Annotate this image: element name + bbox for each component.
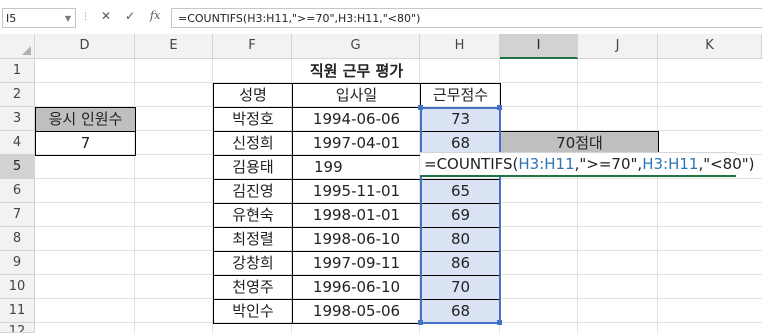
cancel-icon[interactable]: ✕: [101, 9, 111, 23]
gridline: [657, 59, 658, 333]
applicants-value[interactable]: 7: [35, 131, 136, 156]
cell-formula-editor[interactable]: =COUNTIFS(H3:H11,">=70",H3:H11,"<80"): [420, 152, 755, 177]
select-all-corner[interactable]: [0, 34, 35, 59]
row-header-11[interactable]: 11: [0, 299, 35, 323]
record-name[interactable]: 최정렬: [213, 227, 293, 252]
row-header-1[interactable]: 1: [0, 59, 35, 83]
record-date[interactable]: 199: [292, 155, 420, 180]
name-box[interactable]: I5 ▼: [2, 8, 76, 28]
column-header-e[interactable]: E: [135, 34, 213, 59]
selection-handle[interactable]: [418, 320, 423, 325]
column-header-g[interactable]: G: [292, 34, 420, 59]
sheet-title[interactable]: 직원 근무 평가: [213, 59, 500, 83]
formula-criteria: ,">=70",: [574, 155, 643, 173]
gridline: [577, 59, 578, 333]
row-header-3[interactable]: 3: [0, 107, 35, 131]
name-box-value: I5: [6, 12, 17, 25]
record-date[interactable]: 1997-04-01: [292, 131, 421, 156]
row-header-6[interactable]: 6: [0, 179, 35, 203]
name-box-dropdown-icon[interactable]: ▼: [65, 9, 71, 29]
row-header-9[interactable]: 9: [0, 251, 35, 275]
record-name[interactable]: 강창희: [213, 251, 293, 276]
applicants-label[interactable]: 응시 인원수: [35, 107, 136, 132]
record-name[interactable]: 박정호: [213, 107, 293, 132]
header-score[interactable]: 근무점수: [420, 83, 501, 108]
column-header-h[interactable]: H: [420, 34, 500, 59]
formula-input[interactable]: =COUNTIFS(H3:H11,">=70",H3:H11,"<80"): [171, 8, 762, 28]
record-date[interactable]: 1995-11-01: [292, 179, 421, 204]
selection-handle[interactable]: [497, 320, 502, 325]
formula-reference: H3:H11: [642, 155, 699, 173]
record-date[interactable]: 1996-06-10: [292, 275, 421, 300]
record-name[interactable]: 신정희: [213, 131, 293, 156]
record-name[interactable]: 김진영: [213, 179, 293, 204]
row-header-2[interactable]: 2: [0, 83, 35, 107]
formula-bar-splitter-icon[interactable]: ⋮: [81, 12, 90, 22]
enter-icon[interactable]: ✓: [125, 9, 135, 23]
row-header-4[interactable]: 4: [0, 131, 35, 155]
row-header-8[interactable]: 8: [0, 227, 35, 251]
column-header-j[interactable]: J: [578, 34, 658, 59]
gridline: [134, 59, 135, 333]
row-header-7[interactable]: 7: [0, 203, 35, 227]
row-header-12[interactable]: 12: [0, 323, 35, 333]
record-name[interactable]: 천영주: [213, 275, 293, 300]
column-header-d[interactable]: D: [35, 34, 135, 59]
header-date[interactable]: 입사일: [292, 83, 421, 108]
formula-reference: H3:H11: [518, 155, 575, 173]
formula-function: =COUNTIFS(: [424, 155, 519, 173]
record-date[interactable]: 1997-09-11: [292, 251, 421, 276]
selection-handle[interactable]: [418, 105, 423, 110]
record-name[interactable]: 김용태: [213, 155, 293, 180]
row-header-10[interactable]: 10: [0, 275, 35, 299]
column-header-i[interactable]: I: [500, 34, 578, 59]
column-header-f[interactable]: F: [213, 34, 292, 59]
formula-bar: I5 ▼ ⋮ ✕ ✓ fx =COUNTIFS(H3:H11,">=70",H3…: [0, 0, 762, 35]
header-name[interactable]: 성명: [213, 83, 293, 108]
row-header-5[interactable]: 5: [0, 155, 35, 179]
record-name[interactable]: 유현숙: [213, 203, 293, 228]
selection-handle[interactable]: [497, 105, 502, 110]
record-date[interactable]: 1998-01-01: [292, 203, 421, 228]
record-date[interactable]: 1998-06-10: [292, 227, 421, 252]
insert-function-icon[interactable]: fx: [150, 9, 160, 22]
record-date[interactable]: 1994-06-06: [292, 107, 421, 132]
formula-criteria: ,"<80"): [698, 155, 755, 173]
column-header-k[interactable]: K: [658, 34, 762, 59]
record-name[interactable]: 박인수: [213, 299, 293, 324]
reference-highlight: [420, 107, 501, 324]
record-date[interactable]: 1998-05-06: [292, 299, 421, 324]
